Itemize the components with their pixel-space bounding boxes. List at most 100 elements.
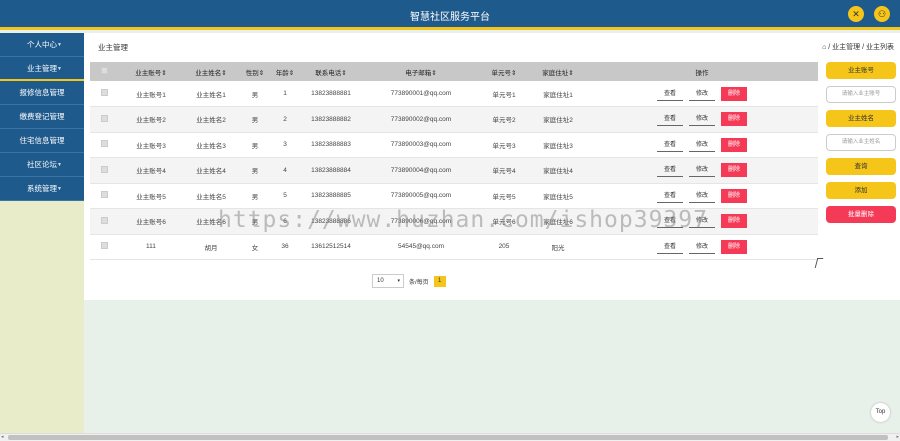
- row-actions: 查看 修改 删除: [586, 106, 818, 133]
- chevron-down-icon: ▾: [397, 278, 400, 284]
- row-checkbox[interactable]: [100, 165, 108, 173]
- row-select-cell: [90, 208, 118, 235]
- sidebar-item-label: 个人中心: [27, 40, 57, 49]
- table-cell: 家庭住址2: [530, 106, 586, 133]
- delete-button[interactable]: 删除: [721, 239, 747, 254]
- delete-button[interactable]: 删除: [721, 214, 747, 229]
- main-panel: 业主管理 ⌂ / 业主管理 / 业主列表 业主账号⇕ 业主姓名⇕ 性别⇕ 年龄⇕ 联系电…: [84, 33, 900, 300]
- column-header[interactable]: 家庭住址⇕: [530, 62, 586, 81]
- row-checkbox[interactable]: [100, 191, 108, 199]
- row-actions: 查看 修改 删除: [586, 183, 818, 209]
- add-button[interactable]: 添加: [826, 182, 896, 199]
- delete-button[interactable]: 删除: [721, 137, 747, 152]
- table-cell: 13823888884: [298, 157, 364, 184]
- table-cell: 业主账号2: [118, 106, 184, 133]
- table-cell: 单元号3: [478, 132, 530, 158]
- search-button[interactable]: 查询: [826, 158, 896, 175]
- user-icon[interactable]: ⚇: [874, 6, 890, 22]
- table-cell: 男: [238, 106, 272, 133]
- column-header: 操作: [586, 62, 818, 81]
- table-cell: 业主姓名3: [184, 132, 238, 158]
- scroll-left-icon[interactable]: ◂: [1, 434, 4, 440]
- column-header[interactable]: 业主姓名⇕: [184, 62, 238, 81]
- view-button[interactable]: 查看: [657, 87, 683, 101]
- page-title: 业主管理: [98, 43, 128, 52]
- delete-button[interactable]: 删除: [721, 86, 747, 101]
- table-row: 业主账号5 业主姓名5 男 5 13823888885 773890005@qq.com 单…: [90, 183, 818, 209]
- column-header[interactable]: 业主账号⇕: [118, 62, 184, 81]
- row-checkbox[interactable]: [100, 216, 108, 224]
- table-row: 业主账号2 业主姓名2 男 2 13823888882 773890002@qq.com 单…: [90, 106, 818, 133]
- sidebar-item[interactable]: 缴费登记管理: [0, 105, 84, 129]
- edit-button[interactable]: 修改: [689, 189, 715, 203]
- scrollbar-thumb[interactable]: [8, 435, 888, 440]
- sidebar-item[interactable]: 报修信息管理: [0, 81, 84, 105]
- page-size-value: 10: [377, 278, 384, 284]
- delete-button[interactable]: 删除: [721, 163, 747, 178]
- row-checkbox[interactable]: [100, 242, 108, 250]
- table-cell: 单元号5: [478, 183, 530, 209]
- scroll-right-icon[interactable]: ▸: [896, 434, 899, 440]
- row-select-cell: [90, 132, 118, 158]
- sidebar-item-label: 报修信息管理: [19, 88, 65, 97]
- view-button[interactable]: 查看: [657, 112, 683, 127]
- sidebar-item[interactable]: 住宅信息管理: [0, 129, 84, 153]
- delete-button[interactable]: 删除: [721, 188, 747, 203]
- edit-button[interactable]: 修改: [689, 87, 715, 101]
- table-cell: 773890002@qq.com: [364, 106, 478, 133]
- row-checkbox[interactable]: [100, 114, 108, 122]
- table-cell: 36: [272, 234, 298, 260]
- sidebar-nav: 个人中心 ▼ 业主管理 ▼ 报修信息管理 缴费登记管理 住宅信息管理 社区论坛 ▼ 系统管理 ▼: [0, 33, 84, 201]
- batch-delete-button[interactable]: 批量删除: [826, 206, 896, 223]
- sidebar-item[interactable]: 系统管理 ▼: [0, 177, 84, 201]
- row-actions: 查看 修改 删除: [586, 132, 818, 158]
- view-button[interactable]: 查看: [657, 138, 683, 152]
- caret-down-icon: ▼: [57, 66, 62, 72]
- edit-button[interactable]: 修改: [689, 112, 715, 127]
- table-cell: 2: [272, 106, 298, 133]
- row-checkbox[interactable]: [100, 140, 108, 148]
- table-header-row: 业主账号⇕ 业主姓名⇕ 性别⇕ 年龄⇕ 联系电话⇕ 电子邮箱⇕ 单元号⇕ 家庭住址⇕ 操作: [90, 62, 818, 81]
- table-cell: 男: [238, 132, 272, 158]
- select-all-checkbox[interactable]: [100, 67, 108, 74]
- column-header[interactable]: 性别⇕: [238, 62, 272, 81]
- breadcrumb[interactable]: ⌂ / 业主管理 / 业主列表: [822, 42, 894, 52]
- table-cell: 单元号1: [478, 81, 530, 107]
- column-header[interactable]: 单元号⇕: [478, 62, 530, 81]
- table-cell: 205: [478, 234, 530, 260]
- table-cell: 业主账号4: [118, 157, 184, 184]
- edit-button[interactable]: 修改: [689, 240, 715, 254]
- row-checkbox[interactable]: [100, 89, 108, 96]
- sidebar-item[interactable]: 业主管理 ▼: [0, 57, 84, 81]
- delete-button[interactable]: 删除: [721, 112, 747, 127]
- sidebar-item[interactable]: 社区论坛 ▼: [0, 153, 84, 177]
- row-actions: 查看 修改 删除: [586, 81, 818, 107]
- column-header[interactable]: 年龄⇕: [272, 62, 298, 81]
- row-select-cell: [90, 183, 118, 209]
- edit-button[interactable]: 修改: [689, 138, 715, 152]
- page-number-current[interactable]: 1: [433, 275, 446, 287]
- horizontal-scrollbar[interactable]: ◂ ▸: [0, 433, 900, 441]
- table-cell: 女: [238, 234, 272, 260]
- owner-name-input[interactable]: 请输入业主姓名: [826, 134, 896, 151]
- page-size-select[interactable]: 10 ▾: [372, 274, 404, 288]
- table-cell: 家庭住址5: [530, 183, 586, 209]
- view-button[interactable]: 查看: [657, 189, 683, 203]
- table-cell: 业主账号3: [118, 132, 184, 158]
- tools-icon[interactable]: ✕: [848, 6, 864, 22]
- view-button[interactable]: 查看: [657, 163, 683, 178]
- view-button[interactable]: 查看: [657, 240, 683, 254]
- table-cell: 业主姓名5: [184, 183, 238, 209]
- owner-name-label: 业主姓名: [826, 110, 896, 127]
- back-to-top-button[interactable]: Top: [871, 403, 890, 422]
- edit-button[interactable]: 修改: [689, 163, 715, 178]
- column-header[interactable]: 联系电话⇕: [298, 62, 364, 81]
- owner-account-input[interactable]: 请输入业主账号: [826, 86, 896, 103]
- column-header[interactable]: 电子邮箱⇕: [364, 62, 478, 81]
- table-cell: 男: [238, 81, 272, 107]
- sidebar-item[interactable]: 个人中心 ▼: [0, 33, 84, 57]
- sidebar-item-label: 业主管理: [27, 64, 57, 73]
- caret-down-icon: ▼: [57, 186, 62, 192]
- table-cell: 阳光: [530, 234, 586, 260]
- page-size-suffix: 条/每页: [409, 279, 429, 286]
